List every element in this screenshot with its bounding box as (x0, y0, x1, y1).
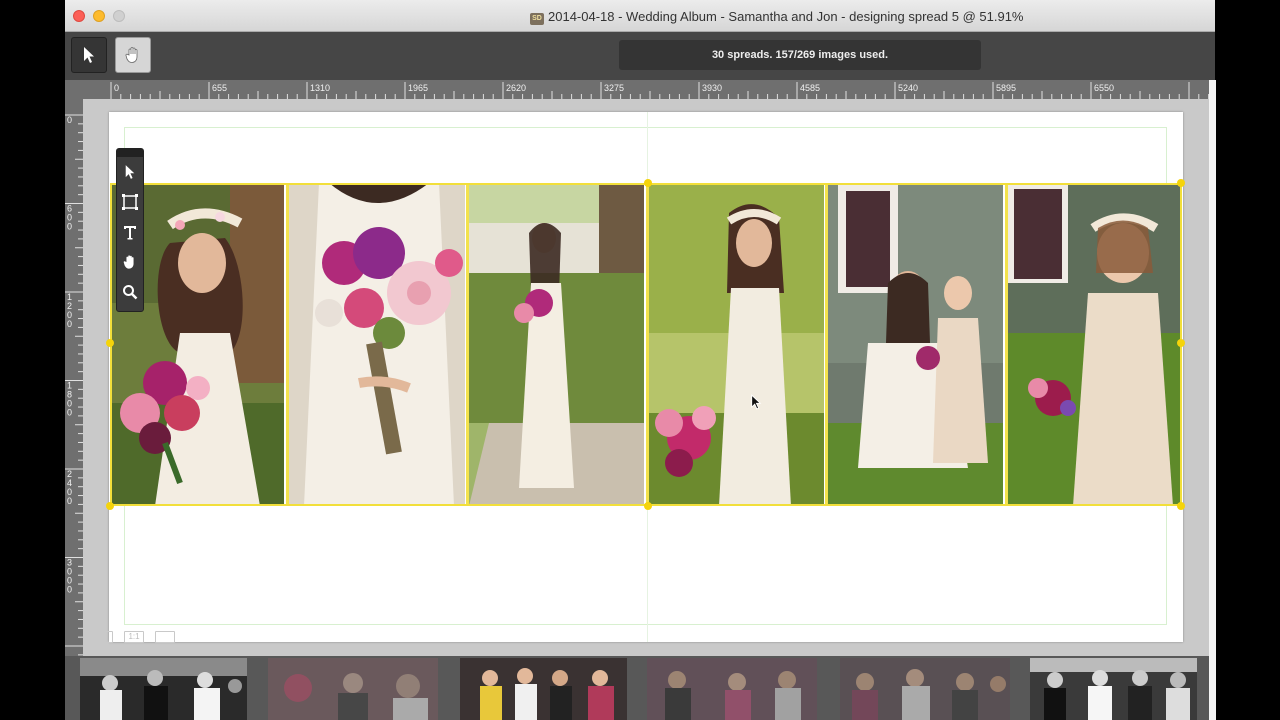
resize-handle[interactable] (1177, 179, 1185, 187)
ruler-tick-label: 0 (67, 222, 72, 232)
horizontal-ruler[interactable]: 0 655 1310 1965 2620 3275 3930 4585 5240 5895 6550 (108, 80, 1209, 99)
minimize-window-button[interactable] (93, 10, 105, 22)
filmstrip-thumbnail[interactable] (1030, 658, 1197, 720)
photo-divider (286, 183, 289, 506)
photo-divider (1005, 183, 1008, 506)
photo-bride-walking-path[interactable] (469, 183, 644, 506)
resize-handle[interactable] (1177, 339, 1185, 347)
select-tool-button[interactable] (71, 37, 107, 73)
palette-zoom-tool[interactable] (119, 281, 141, 303)
palette-crop-tool[interactable] (119, 191, 141, 213)
palette-text-tool[interactable] (119, 221, 141, 243)
ruler-tick-label: 0 (67, 319, 72, 329)
ruler-tick-label: 0 (114, 83, 119, 93)
ruler-tick-label: 2620 (506, 83, 526, 93)
close-window-button[interactable] (73, 10, 85, 22)
main-toolbar: 30 spreads. 157/269 images used. (65, 32, 1215, 80)
window-title-text: 2014-04-18 - Wedding Album - Samantha an… (548, 9, 1024, 24)
resize-handle[interactable] (106, 502, 114, 510)
hand-icon (125, 47, 138, 63)
photo-bride-with-flower-girl[interactable] (828, 183, 1003, 506)
photo-bride-standing-garden[interactable] (649, 183, 824, 506)
ruler-tick-label: 0 (67, 408, 72, 418)
photo-divider (646, 183, 649, 506)
photo-divider (825, 183, 828, 506)
vertical-ruler[interactable]: 06001200180024003000 (65, 99, 83, 720)
fill-window-button[interactable] (155, 631, 175, 643)
filmstrip-thumbnail[interactable] (647, 658, 817, 720)
hand-tool-button[interactable] (115, 37, 151, 73)
ruler-tick-label: 1965 (408, 83, 428, 93)
arrow-pointer-icon (125, 165, 135, 179)
window-titlebar: SD 2014-04-18 - Wedding Album - Samantha … (65, 0, 1215, 32)
actual-size-button[interactable]: 1:1 (124, 631, 144, 643)
photo-bouquet-detail[interactable] (289, 183, 465, 506)
spread-status: 30 spreads. 157/269 images used. (619, 40, 981, 70)
arrow-pointer-icon (84, 47, 94, 63)
ruler-tick-label: 655 (212, 83, 227, 93)
vertical-ruler-ticks: 06001200180024003000 (65, 114, 83, 718)
filmstrip-thumbnail[interactable] (268, 658, 438, 720)
ruler-tick-label: 3275 (604, 83, 624, 93)
ruler-tick-label: 4585 (800, 83, 820, 93)
magnifier-icon (123, 285, 138, 300)
ruler-corner (65, 80, 108, 99)
floating-tool-palette (116, 148, 144, 312)
filmstrip-thumbnail[interactable] (840, 658, 1010, 720)
ruler-tick-label: 5895 (996, 83, 1016, 93)
ruler-tick-label: 0 (67, 115, 72, 125)
zoom-window-button[interactable] (113, 10, 125, 22)
hand-icon (123, 255, 134, 269)
app-icon: SD (530, 13, 544, 25)
crop-frame-icon (122, 194, 138, 210)
image-filmstrip (65, 656, 1209, 720)
ruler-tick-label: 0 (67, 496, 72, 506)
palette-hand-tool[interactable] (119, 251, 141, 273)
palette-grip[interactable] (117, 149, 143, 157)
fit-to-window-button[interactable] (93, 631, 113, 643)
screen-left-border (0, 0, 65, 720)
photo-flower-girl-portrait[interactable] (1008, 183, 1182, 506)
ruler-tick-label: 3930 (702, 83, 722, 93)
palette-select-tool[interactable] (119, 161, 141, 183)
ruler-tick-label: 0 (67, 585, 72, 595)
ruler-tick-label: 6550 (1094, 83, 1114, 93)
window-title: SD 2014-04-18 - Wedding Album - Samantha … (530, 9, 1023, 25)
resize-handle[interactable] (644, 179, 652, 187)
horizontal-ruler-ticks: 0 655 1310 1965 2620 3275 3930 4585 5240 5895 6550 (110, 82, 1209, 99)
ruler-tick-label: 1310 (310, 83, 330, 93)
scrollbar-track[interactable] (1209, 80, 1216, 720)
screen-right-border (1215, 0, 1280, 720)
mouse-cursor-icon (750, 394, 762, 415)
ruler-tick-label: 5240 (898, 83, 918, 93)
photo-divider (466, 183, 469, 506)
filmstrip-thumbnail[interactable] (80, 658, 247, 720)
resize-handle[interactable] (106, 339, 114, 347)
resize-handle[interactable] (644, 502, 652, 510)
filmstrip-thumbnail[interactable] (460, 658, 627, 720)
resize-handle[interactable] (1177, 502, 1185, 510)
text-tool-icon (124, 226, 136, 240)
